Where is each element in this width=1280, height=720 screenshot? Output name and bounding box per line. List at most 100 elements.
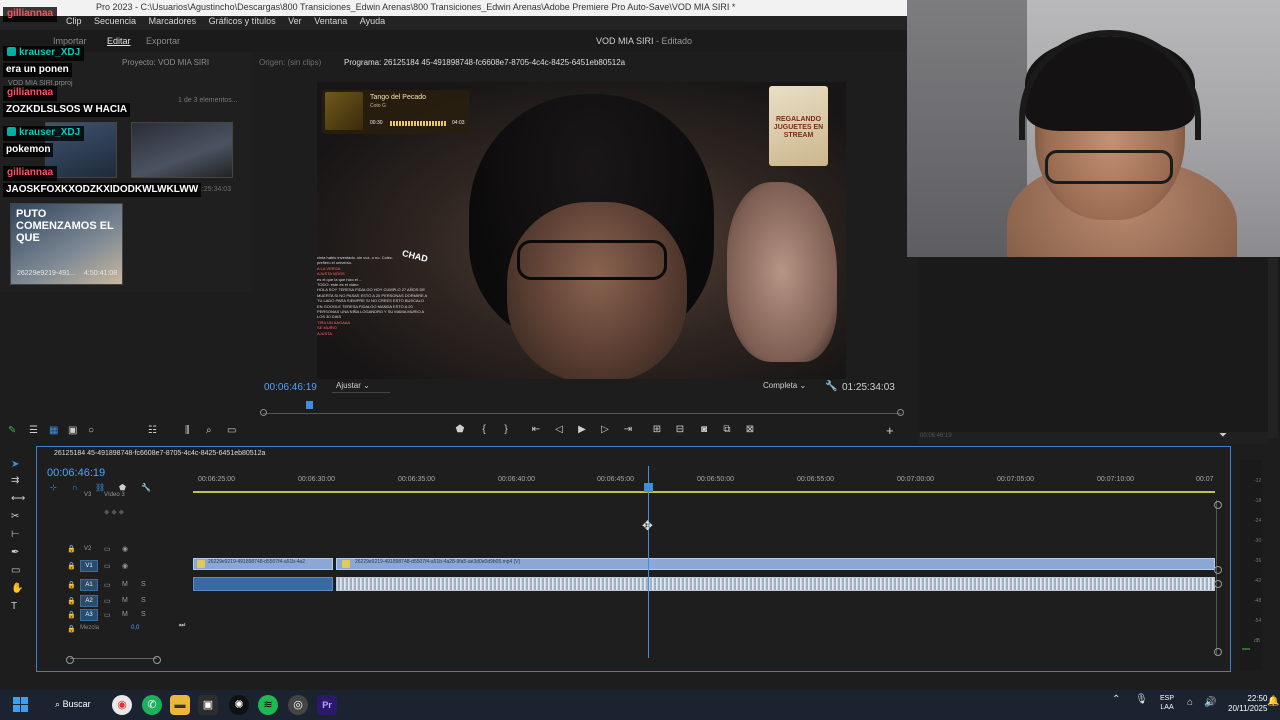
mix-track-volume[interactable]: 0,0 xyxy=(131,625,139,631)
skip-end-icon[interactable]: ⏭ xyxy=(179,622,185,630)
solo-button[interactable]: S xyxy=(141,581,146,588)
sync-icon[interactable]: ▭ xyxy=(104,581,111,589)
audio-clip[interactable] xyxy=(193,577,333,591)
eye-icon[interactable]: ◉ xyxy=(122,545,128,553)
pen-tool-icon[interactable]: ✒ xyxy=(11,547,19,558)
monitor-time-ruler[interactable] xyxy=(263,413,901,414)
sync-icon[interactable]: ▭ xyxy=(104,597,111,605)
track-target-a3[interactable]: A3 xyxy=(80,609,98,621)
taskbar-clock[interactable]: 22:50 20/11/2025 xyxy=(1228,694,1267,714)
sort-icon[interactable]: ☷ xyxy=(148,425,157,436)
language-indicator[interactable]: ESP LAA xyxy=(1160,694,1174,712)
lock-icon[interactable]: 🔒 xyxy=(67,611,76,619)
track-height-handle[interactable] xyxy=(1214,566,1222,574)
automate-icon[interactable]: ⫼ xyxy=(185,425,190,436)
wrench-icon[interactable]: 🔧 xyxy=(825,381,837,392)
app-icon[interactable]: ▣ xyxy=(198,695,218,715)
trim-icon[interactable]: ⊠ xyxy=(743,423,757,437)
obs-icon[interactable]: ◎ xyxy=(288,695,308,715)
track-height-handle[interactable] xyxy=(1214,580,1222,588)
workspace-importar[interactable]: Importar xyxy=(53,36,87,46)
spotify-icon[interactable]: ≋ xyxy=(258,695,278,715)
overwrite-icon[interactable]: ⊟ xyxy=(673,423,687,437)
menu-marcadores[interactable]: Marcadores xyxy=(149,16,197,26)
filter-icon[interactable]: ⏷ xyxy=(1219,430,1227,441)
sync-icon[interactable]: ▭ xyxy=(104,611,111,619)
sequence-timecode[interactable]: 00:06:46:19 xyxy=(47,467,105,479)
windows-start-icon[interactable] xyxy=(13,697,29,713)
audio-clip[interactable] xyxy=(336,577,1215,591)
project-tab[interactable]: Proyecto: VOD MIA SIRI xyxy=(122,58,209,67)
secondary-scrollbar[interactable] xyxy=(1268,258,1278,438)
razor-tool-icon[interactable]: ✂ xyxy=(11,511,19,522)
menu-ver[interactable]: Ver xyxy=(288,16,302,26)
timeline-settings-icon[interactable]: 🔧 xyxy=(141,483,151,492)
vscroll-handle-top[interactable] xyxy=(1214,501,1222,509)
workspace-editar[interactable]: Editar xyxy=(107,36,131,46)
go-to-out-icon[interactable]: ⇥ xyxy=(621,423,635,437)
step-back-icon[interactable]: ◁ xyxy=(552,423,566,437)
lock-icon[interactable]: 🔒 xyxy=(67,581,76,589)
menu-secuencia[interactable]: Secuencia xyxy=(94,16,136,26)
type-tool-icon[interactable]: T xyxy=(11,601,17,612)
add-icon[interactable]: + xyxy=(886,423,894,438)
volume-icon[interactable]: 🔊 xyxy=(1204,697,1216,708)
track-target-a2[interactable]: A2 xyxy=(80,595,98,607)
list-view-icon[interactable]: ☰ xyxy=(29,425,38,436)
chevron-up-icon[interactable]: ⌃ xyxy=(1112,694,1120,705)
ruler-out-handle[interactable] xyxy=(897,409,904,416)
menu-clip[interactable]: Clip xyxy=(66,16,82,26)
add-marker-icon[interactable]: ⬟ xyxy=(119,483,126,492)
premiere-pro-icon[interactable]: Pr xyxy=(317,695,337,715)
lock-icon[interactable]: 🔒 xyxy=(67,562,76,570)
sync-icon[interactable]: ▭ xyxy=(104,545,111,553)
mute-button[interactable]: M xyxy=(122,581,128,588)
linked-selection-icon[interactable]: ⛓ xyxy=(95,483,105,492)
lock-icon[interactable]: 🔒 xyxy=(67,597,76,605)
playhead-timecode[interactable]: 00:06:46:19 xyxy=(264,382,317,393)
zoom-slider[interactable]: ○ xyxy=(88,425,94,436)
selection-tool-icon[interactable]: ➤ xyxy=(11,459,19,470)
play-icon[interactable]: ▶ xyxy=(575,423,589,437)
icon-view-icon[interactable]: ▦ xyxy=(49,425,58,436)
program-monitor-tab[interactable]: Programa: 26125184 45-491898748-fc6608e7… xyxy=(344,58,625,67)
camera-icon[interactable]: ◙ xyxy=(697,423,711,437)
file-explorer-icon[interactable]: ▬ xyxy=(170,695,190,715)
work-area-bar[interactable] xyxy=(193,491,1215,493)
pen-tool-icon[interactable]: ✎ xyxy=(8,425,16,436)
menu-ayuda[interactable]: Ayuda xyxy=(360,16,385,26)
hand-tool-icon[interactable]: ✋ xyxy=(11,583,23,594)
freeform-view-icon[interactable]: ▣ xyxy=(68,425,77,436)
network-icon[interactable]: ⌂ xyxy=(1187,697,1193,708)
lock-icon[interactable]: 🔒 xyxy=(67,625,76,633)
vscroll-handle-bottom[interactable] xyxy=(1214,648,1222,656)
nest-toggle-icon[interactable]: ⊹ xyxy=(50,483,57,492)
taskbar-search[interactable]: ⌕ Buscar xyxy=(47,694,103,716)
eye-icon[interactable]: ◉ xyxy=(122,562,128,570)
menu-graficos[interactable]: Gráficos y títulos xyxy=(209,16,276,26)
new-item-icon[interactable]: ▭ xyxy=(227,425,236,436)
mark-out-icon[interactable]: } xyxy=(499,423,513,437)
scroll-handle-right[interactable] xyxy=(153,656,161,664)
sync-icon[interactable]: ▭ xyxy=(104,562,111,570)
solo-button[interactable]: S xyxy=(141,597,146,604)
mute-button[interactable]: M xyxy=(122,611,128,618)
sequence-tab[interactable]: 26125184 45-491898748-fc6608e7-8705-4c4c… xyxy=(54,450,265,457)
track-select-tool-icon[interactable]: ⇉ xyxy=(11,475,19,486)
insert-icon[interactable]: ⊞ xyxy=(650,423,664,437)
lock-icon[interactable]: 🔒 xyxy=(67,545,76,553)
track-target-a1[interactable]: A1 xyxy=(80,579,98,591)
source-monitor-tab[interactable]: Origen: (sin clips) xyxy=(259,58,321,67)
search-icon[interactable]: ⌕ xyxy=(206,425,212,436)
scroll-handle-left[interactable] xyxy=(66,656,74,664)
solo-button[interactable]: S xyxy=(141,611,146,618)
project-thumbnail[interactable] xyxy=(131,122,233,178)
monitor-playhead[interactable] xyxy=(306,401,313,409)
playback-resolution-select[interactable]: Completa ⌄ xyxy=(761,381,815,393)
rectangle-tool-icon[interactable]: ▭ xyxy=(11,565,20,576)
workspace-exportar[interactable]: Exportar xyxy=(146,36,180,46)
go-to-in-icon[interactable]: ⇤ xyxy=(529,423,543,437)
video-clip[interactable]: 26229e9219-491898748-d5507f4-a51b-4a28-9… xyxy=(336,558,1215,570)
microphone-icon[interactable]: 🎙 xyxy=(1135,694,1148,705)
chatgpt-icon[interactable]: ✺ xyxy=(229,695,249,715)
